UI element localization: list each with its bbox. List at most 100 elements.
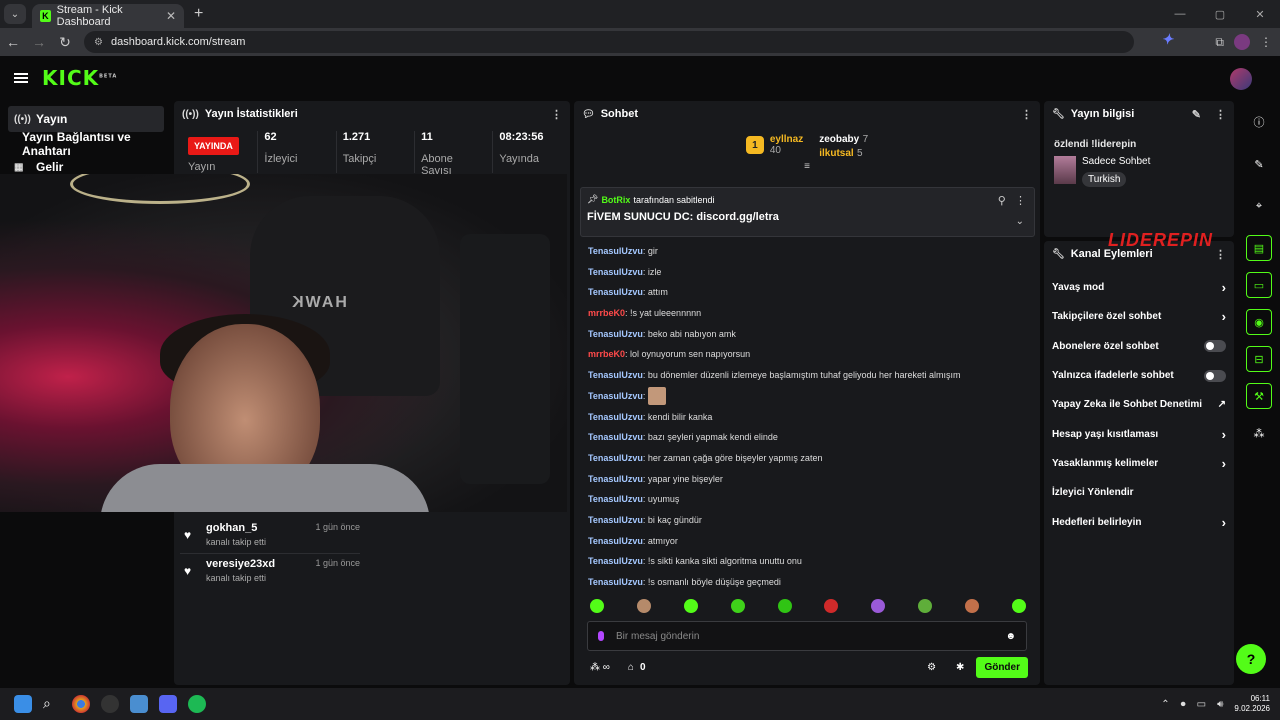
chat-username[interactable]: TenasulUzvu <box>588 453 643 463</box>
chat-message[interactable]: TenasulUzvu: <box>588 386 1028 407</box>
chat-username[interactable]: TenasulUzvu <box>588 329 643 339</box>
chat-username[interactable]: mrrbeK0 <box>588 349 625 359</box>
network-icon[interactable]: ▭ <box>1197 699 1206 710</box>
chat-message[interactable]: TenasulUzvu: bazı şeyleri yapmak kendi e… <box>588 427 1028 448</box>
chat-username[interactable]: TenasulUzvu <box>588 515 643 525</box>
chat-message[interactable]: TenasulUzvu: izle <box>588 262 1028 283</box>
forward-icon[interactable]: → <box>26 34 52 50</box>
profile-avatar[interactable] <box>1234 34 1250 50</box>
info-icon[interactable]: ⓘ <box>1246 109 1272 135</box>
maximize-icon[interactable]: ▢ <box>1200 8 1240 21</box>
more-options-icon[interactable]: ⋮ <box>1015 195 1026 207</box>
new-tab-icon[interactable]: + <box>194 5 203 23</box>
channel-action-item[interactable]: Yapay Zeka ile Sohbet Denetimi ↗ <box>1044 390 1234 419</box>
browser-menu-icon[interactable]: ⋮ <box>1260 35 1272 49</box>
chat-message[interactable]: TenasulUzvu: bu dönemler düzenli izlemey… <box>588 365 1028 386</box>
back-icon[interactable]: ← <box>0 34 26 50</box>
site-info-icon[interactable]: ⚙ <box>94 37 103 48</box>
more-options-icon[interactable]: ⋮ <box>1021 108 1032 121</box>
chat-username[interactable]: TenasulUzvu <box>588 287 643 297</box>
user-avatar[interactable] <box>1230 68 1252 90</box>
browser-tab[interactable]: K Stream - Kick Dashboard ✕ <box>32 4 184 28</box>
chat-message[interactable]: TenasulUzvu: beko abi nabıyon amk <box>588 324 1028 345</box>
chat-message[interactable]: TenasulUzvu: !s osmanlı böyle düşüşe geç… <box>588 572 1028 593</box>
chat-message[interactable]: TenasulUzvu: gir <box>588 241 1028 262</box>
channel-points-icon[interactable]: ⁂ ∞ <box>590 662 610 673</box>
send-button[interactable]: Gönder <box>976 656 1028 678</box>
volume-icon[interactable]: 🔊︎ <box>1217 699 1223 710</box>
chat-message[interactable]: mrrbeK0: !s yat uleeennnnn <box>588 303 1028 324</box>
emote-icon[interactable] <box>636 599 651 613</box>
layout-icon[interactable]: ⊟ <box>1246 346 1272 372</box>
chat-icon[interactable]: ▭ <box>1246 272 1272 298</box>
chat-leaderboard[interactable]: 1 eyllnaz 40 zeobaby 7 ilkutsal 5 <box>574 131 1040 159</box>
chat-username[interactable]: TenasulUzvu <box>588 556 643 566</box>
search-icon[interactable]: ⌕ <box>43 695 61 713</box>
more-options-icon[interactable]: ⋮ <box>1215 108 1226 121</box>
emote-icon[interactable] <box>683 599 698 613</box>
chat-message[interactable]: TenasulUzvu: yapar yine bişeyler <box>588 469 1028 490</box>
channel-action-item[interactable]: Hesap yaşı kısıtlaması › <box>1044 419 1234 448</box>
notes-icon[interactable]: ▤ <box>1246 235 1272 261</box>
kick-logo[interactable]: KICKBETA <box>42 66 117 90</box>
emoji-picker-icon[interactable]: ☻ <box>1005 631 1016 642</box>
chevron-up-icon[interactable]: ⌃ <box>1161 699 1169 710</box>
more-options-icon[interactable]: ⋮ <box>551 108 562 121</box>
chat-username[interactable]: TenasulUzvu <box>588 536 643 546</box>
chat-message[interactable]: TenasulUzvu: kendi bilir kanka <box>588 407 1028 428</box>
close-window-icon[interactable]: ✕ <box>1240 8 1280 21</box>
chat-username[interactable]: TenasulUzvu <box>588 267 643 277</box>
channel-action-item[interactable]: Abonelere özel sohbet <box>1044 332 1234 361</box>
chat-message[interactable]: TenasulUzvu: attım <box>588 282 1028 303</box>
chat-username[interactable]: TenasulUzvu <box>588 474 643 484</box>
channel-action-item[interactable]: Yalnızca ifadelerle sohbet <box>1044 361 1234 390</box>
menu-icon[interactable] <box>14 73 28 83</box>
emote-icon[interactable] <box>918 599 933 613</box>
chat-username[interactable]: TenasulUzvu <box>588 577 643 587</box>
app-icon[interactable] <box>130 695 148 713</box>
emote-icon[interactable] <box>730 599 745 613</box>
chat-username[interactable]: mrrbeK0 <box>588 308 625 318</box>
store-icon[interactable]: ⌂ <box>628 662 634 673</box>
emote-icon[interactable] <box>1011 599 1026 613</box>
chat-message[interactable]: TenasulUzvu: !s sikti kanka sikti algori… <box>588 551 1028 572</box>
chat-username[interactable]: TenasulUzvu <box>588 432 643 442</box>
channel-action-item[interactable]: Takipçilere özel sohbet › <box>1044 302 1234 331</box>
chevron-down-icon[interactable]: ⌄ <box>1016 216 1024 227</box>
chat-username[interactable]: TenasulUzvu <box>588 391 643 401</box>
toggle-switch[interactable] <box>1204 340 1226 353</box>
screenshot-icon[interactable]: ⌖ <box>1246 193 1272 219</box>
microphone-icon[interactable] <box>598 631 604 641</box>
channel-action-item[interactable]: Yasaklanmış kelimeler › <box>1044 449 1234 478</box>
extension-logo-icon[interactable]: ✦ <box>1161 31 1205 53</box>
help-button[interactable]: ? <box>1236 644 1266 674</box>
toggle-switch[interactable] <box>1204 369 1226 382</box>
chat-username[interactable]: TenasulUzvu <box>588 412 643 422</box>
chrome-icon[interactable] <box>72 695 90 713</box>
edit-icon[interactable]: ✎ <box>1192 108 1201 121</box>
emote-icon[interactable] <box>590 599 604 613</box>
channel-action-item[interactable]: Hedefleri belirleyin › <box>1044 507 1234 536</box>
obs-icon[interactable] <box>101 695 119 713</box>
wrench-icon[interactable]: ⚒ <box>1246 383 1272 409</box>
url-input[interactable]: ⚙ dashboard.kick.com/stream <box>84 31 1134 53</box>
minimize-icon[interactable]: — <box>1160 8 1200 20</box>
edit-icon[interactable]: ✎ <box>1246 151 1272 177</box>
moderation-icon[interactable]: ✱ <box>956 662 964 673</box>
windows-start-icon[interactable] <box>14 695 32 713</box>
chat-message[interactable]: TenasulUzvu: her zaman çağa göre bişeyle… <box>588 448 1028 469</box>
broadcast-icon[interactable]: ◉ <box>1246 309 1272 335</box>
settings-icon[interactable]: ⚙ <box>927 662 936 673</box>
emote-icon[interactable] <box>965 599 979 613</box>
reload-icon[interactable]: ↻ <box>52 34 78 51</box>
spotify-icon[interactable] <box>188 695 206 713</box>
unpin-icon[interactable]: ⚲ <box>998 195 1006 207</box>
chat-input[interactable]: Bir mesaj gönderin ☻ <box>587 621 1027 651</box>
more-options-icon[interactable]: ⋮ <box>1215 248 1226 261</box>
expand-leaderboard-icon[interactable]: ≡ <box>574 161 1040 172</box>
nav-item-stream[interactable]: ((•)) Yayın <box>8 106 164 132</box>
emote-icon[interactable] <box>824 599 839 613</box>
emote-icon[interactable] <box>871 599 886 613</box>
extensions-icon[interactable]: ⧉ <box>1215 35 1224 50</box>
chat-username[interactable]: TenasulUzvu <box>588 370 643 380</box>
